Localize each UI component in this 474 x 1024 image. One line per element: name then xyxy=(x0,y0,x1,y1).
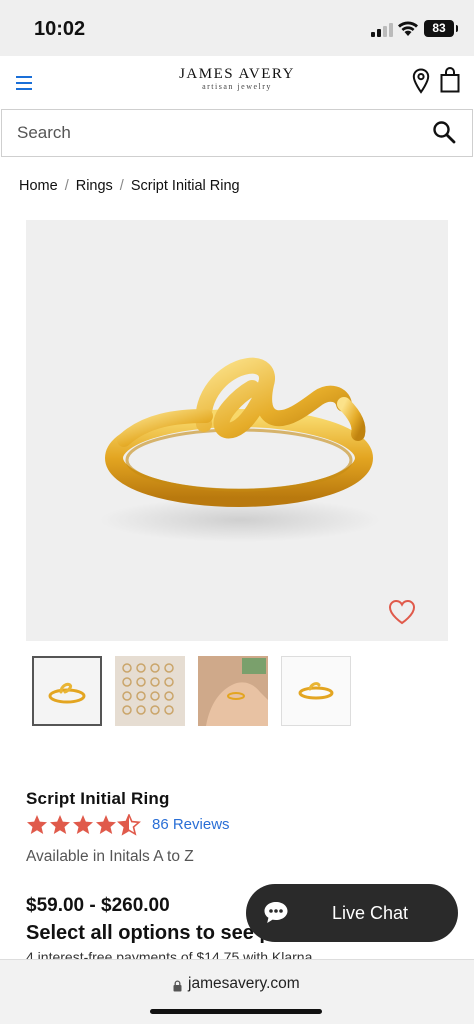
page: 10:02 83 JAMES AVERY artisan jewelry Sea… xyxy=(0,0,474,1024)
chat-bubble-icon xyxy=(264,902,288,923)
signal-icon xyxy=(371,23,393,37)
home-indicator[interactable] xyxy=(150,1009,322,1014)
star-icon xyxy=(50,815,70,834)
status-bar: 10:02 83 xyxy=(0,0,474,56)
star-icon xyxy=(96,815,116,834)
ring-grid-image xyxy=(122,663,174,715)
star-icon xyxy=(73,815,93,834)
logo-sub-text: artisan jewelry xyxy=(202,82,272,91)
live-chat-label: Live Chat xyxy=(332,903,409,923)
menu-icon[interactable] xyxy=(16,76,32,90)
script-initial-ring-image xyxy=(100,357,380,542)
thumbnail-ring-angle[interactable] xyxy=(281,656,351,726)
thumbnail-ring-alphabet-grid[interactable] xyxy=(115,656,185,726)
thumbnail-ring-on-hand[interactable] xyxy=(198,656,268,726)
breadcrumb-separator: / xyxy=(119,178,124,194)
wifi-icon xyxy=(398,21,418,36)
product-title: Script Initial Ring xyxy=(26,789,170,808)
thumbnail-ring-front[interactable] xyxy=(32,656,102,726)
breadcrumb: Home / Rings / Script Initial Ring xyxy=(19,178,240,194)
product-main-image[interactable] xyxy=(26,220,448,641)
url-text[interactable]: jamesavery.com xyxy=(188,975,300,993)
heart-icon[interactable] xyxy=(388,599,416,625)
search-icon[interactable] xyxy=(432,120,456,144)
lock-icon xyxy=(173,980,182,992)
ring-on-hand-image xyxy=(198,656,268,726)
breadcrumb-rings[interactable]: Rings xyxy=(76,178,113,194)
search-input[interactable] xyxy=(2,110,402,156)
location-pin-icon[interactable] xyxy=(412,68,430,94)
search-bar xyxy=(1,109,473,157)
star-rating[interactable] xyxy=(26,814,142,836)
reviews-link[interactable]: 86 Reviews xyxy=(152,816,230,833)
ring-thumbnail-image xyxy=(48,682,86,704)
ring-angle-image xyxy=(298,682,334,700)
star-icon xyxy=(27,815,47,834)
logo-main-text: JAMES AVERY xyxy=(179,66,295,82)
klarna-payment-text: 4 interest-free payments of $14.75 with … xyxy=(26,949,317,959)
site-header: JAMES AVERY artisan jewelry xyxy=(0,56,474,108)
breadcrumb-current: Script Initial Ring xyxy=(130,178,240,194)
brand-logo[interactable]: JAMES AVERY artisan jewelry xyxy=(170,66,304,100)
live-chat-button[interactable]: Live Chat xyxy=(246,884,458,942)
shopping-bag-icon[interactable] xyxy=(440,67,460,93)
breadcrumb-separator: / xyxy=(64,178,69,194)
price-range: $59.00 - $260.00 xyxy=(26,895,170,916)
breadcrumb-home[interactable]: Home xyxy=(19,178,58,194)
status-time: 10:02 xyxy=(34,18,86,40)
browser-url-bar: jamesavery.com xyxy=(0,959,474,1024)
availability-text: Available in Initals A to Z xyxy=(26,848,194,865)
battery-icon: 83 xyxy=(424,20,458,37)
